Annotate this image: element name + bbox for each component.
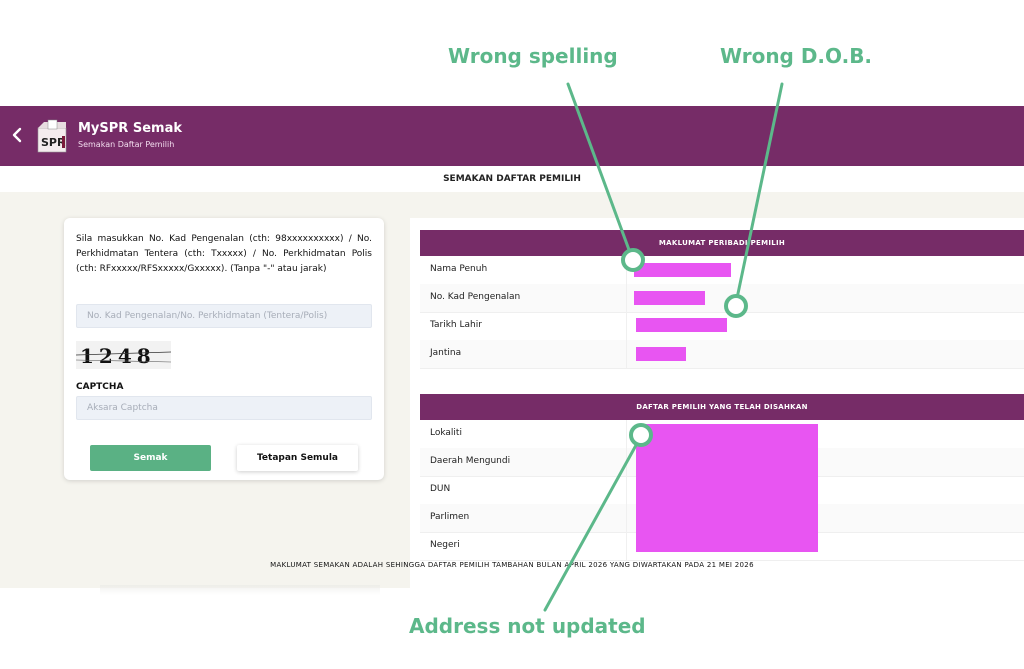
semak-button[interactable]: Semak <box>90 445 211 471</box>
id-number-input[interactable]: No. Kad Pengenalan/No. Perkhidmatan (Ten… <box>76 304 372 328</box>
row-label: Lokaliti <box>430 428 462 438</box>
row-label: Daerah Mengundi <box>430 456 511 466</box>
captcha-label: CAPTCHA <box>76 382 124 392</box>
row-label: Tarikh Lahir <box>430 320 482 330</box>
row-label: No. Kad Pengenalan <box>430 292 521 302</box>
app-subtitle: Semakan Daftar Pemilih <box>78 140 175 149</box>
annotation-address-not-updated: Address not updated <box>409 614 646 638</box>
personal-info-heading: MAKLUMAT PERIBADI PEMILIH <box>420 230 1024 256</box>
captcha-input[interactable]: Aksara Captcha <box>76 396 372 420</box>
chevron-left-icon <box>12 127 22 143</box>
captcha-image: 1248 <box>75 341 172 369</box>
app-header: SPR MySPR Semak Semakan Daftar Pemilih <box>0 106 1024 166</box>
result-card: MAKLUMAT PERIBADI PEMILIH Nama Penuh No.… <box>410 218 1024 588</box>
table-row: No. Kad Pengenalan <box>420 284 1024 313</box>
footer-note: MAKLUMAT SEMAKAN ADALAH SEHINGGA DAFTAR … <box>270 561 754 569</box>
svg-text:1248: 1248 <box>80 344 156 368</box>
app-title: MySPR Semak <box>78 121 182 136</box>
main-content: Sila masukkan No. Kad Pengenalan (cth: 9… <box>0 192 1024 588</box>
redacted-value <box>636 318 727 332</box>
redacted-address-block <box>636 424 818 552</box>
row-label: DUN <box>430 484 451 494</box>
search-form-card: Sila masukkan No. Kad Pengenalan (cth: 9… <box>64 218 384 480</box>
page-subheader: SEMAKAN DAFTAR PEMILIH <box>0 166 1024 192</box>
page-title: SEMAKAN DAFTAR PEMILIH <box>443 174 581 184</box>
redacted-value <box>636 347 686 361</box>
redacted-value <box>634 291 705 305</box>
row-label: Jantina <box>430 348 462 358</box>
redacted-value <box>634 263 731 277</box>
annotation-wrong-dob: Wrong D.O.B. <box>720 44 873 68</box>
table-row: Tarikh Lahir <box>420 312 1024 341</box>
voter-info-heading: DAFTAR PEMILIH YANG TELAH DISAHKAN <box>420 394 1024 420</box>
bottom-shadow <box>100 585 380 595</box>
row-label: Negeri <box>430 540 460 550</box>
table-row: Jantina <box>420 340 1024 369</box>
back-button[interactable] <box>10 122 28 148</box>
table-row: Nama Penuh <box>420 256 1024 285</box>
spr-logo: SPR <box>36 118 70 154</box>
row-label: Parlimen <box>430 512 470 522</box>
row-label: Nama Penuh <box>430 264 488 274</box>
annotation-wrong-spelling: Wrong spelling <box>448 44 618 68</box>
reset-button[interactable]: Tetapan Semula <box>237 445 358 471</box>
form-instruction: Sila masukkan No. Kad Pengenalan (cth: 9… <box>76 234 372 274</box>
